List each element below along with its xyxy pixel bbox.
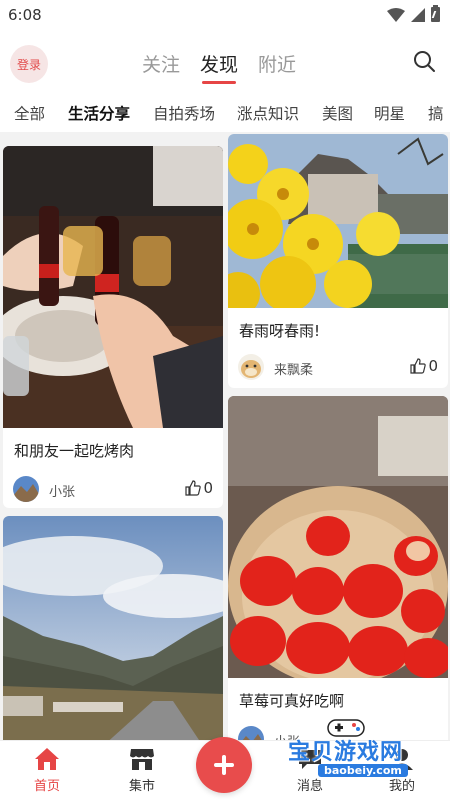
tab-following[interactable]: 关注	[142, 50, 180, 77]
category-all[interactable]: 全部	[14, 102, 45, 124]
wifi-icon	[387, 7, 405, 22]
post-card[interactable]: 春雨呀春雨! 来飘柔 0	[228, 134, 448, 388]
thumbs-up-icon	[410, 358, 427, 374]
feed-tabs: 关注 发现 附近	[142, 50, 296, 84]
author-name[interactable]: 小张	[49, 481, 75, 500]
user-avatar[interactable]	[13, 476, 39, 502]
category-life-sharing[interactable]: 生活分享	[68, 102, 130, 124]
author-name[interactable]: 来飘柔	[274, 359, 313, 378]
category-pictures[interactable]: 美图	[322, 102, 353, 124]
like-count: 0	[428, 357, 438, 375]
status-bar: 6:08	[0, 0, 450, 30]
thumbs-up-icon	[185, 480, 202, 496]
status-time: 6:08	[8, 6, 42, 24]
category-knowledge[interactable]: 涨点知识	[237, 102, 299, 124]
tab-discover[interactable]: 发现	[200, 50, 238, 84]
category-selfie[interactable]: 自拍秀场	[153, 102, 215, 124]
home-icon	[35, 748, 59, 770]
user-avatar[interactable]	[238, 354, 264, 380]
nav-market-label: 集市	[128, 779, 155, 794]
post-image-mountain[interactable]	[3, 516, 223, 746]
category-funny[interactable]: 搞	[428, 102, 444, 124]
signal-icon	[411, 7, 425, 22]
post-image-strawberries[interactable]	[228, 396, 448, 678]
login-button[interactable]: 登录	[10, 45, 48, 83]
status-icons	[387, 5, 440, 22]
post-title: 和朋友一起吃烤肉	[14, 442, 135, 460]
post-title: 春雨呀春雨!	[239, 322, 321, 340]
post-card[interactable]	[3, 516, 223, 746]
category-stars[interactable]: 明星	[374, 102, 405, 124]
post-meta: 来飘柔 0	[238, 354, 438, 380]
post-title: 草莓可真好吃啊	[239, 692, 345, 710]
post-image-bbq[interactable]	[3, 146, 223, 428]
category-bar: 全部 生活分享 自拍秀场 涨点知识 美图 明星 搞	[0, 92, 450, 132]
watermark-url: baobeiy.com	[318, 764, 408, 777]
post-image-flowers[interactable]	[228, 134, 448, 308]
market-icon	[130, 749, 154, 770]
nav-home-label: 首页	[33, 779, 60, 794]
like-button[interactable]: 0	[185, 479, 213, 497]
post-card[interactable]: 草莓可真好吃啊 小张	[228, 396, 448, 746]
battery-icon	[431, 5, 440, 22]
like-button[interactable]: 0	[410, 357, 438, 375]
add-post-button[interactable]	[196, 737, 252, 793]
tab-nearby[interactable]: 附近	[258, 50, 296, 77]
watermark-text: 宝贝游戏网	[288, 740, 404, 765]
nav-market[interactable]: 集市	[112, 747, 172, 794]
like-count: 0	[203, 479, 213, 497]
top-header: 登录 关注 发现 附近	[0, 30, 450, 92]
nav-home[interactable]: 首页	[17, 747, 77, 794]
post-meta: 小张 0	[13, 476, 213, 502]
watermark-logo: 宝贝游戏网 baobeiy.com	[288, 716, 446, 796]
post-card[interactable]: 和朋友一起吃烤肉 小张 0	[3, 146, 223, 508]
search-icon[interactable]	[412, 49, 436, 73]
